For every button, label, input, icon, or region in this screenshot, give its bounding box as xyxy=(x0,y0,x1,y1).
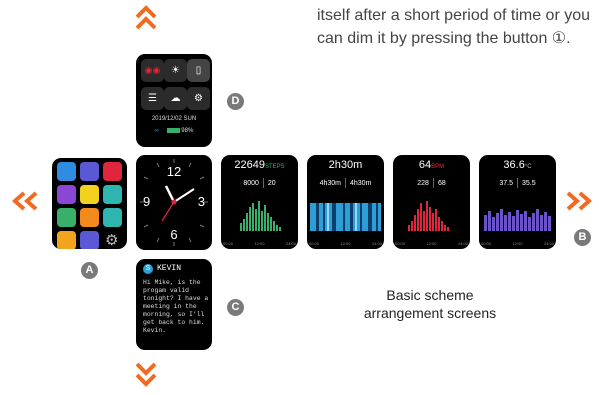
flashlight-icon[interactable]: ☰ xyxy=(141,87,164,110)
settings-gear-icon[interactable]: ⚙ xyxy=(187,87,210,110)
swipe-up-arrow-icon xyxy=(135,5,157,30)
sender-name: KEVIN xyxy=(157,264,182,273)
moon-app-icon[interactable] xyxy=(80,162,99,181)
weather-icon[interactable]: ☁ xyxy=(164,87,187,110)
clock-number-3: 3 xyxy=(197,194,205,209)
clock-number-6: 6 xyxy=(170,227,178,242)
instructions-text: itself after a short period of time or y… xyxy=(317,7,591,47)
steps-screen[interactable]: 22649STEPS 8000 20 00:00 12:00 24:00 xyxy=(221,155,298,249)
sleep-value: 2h30m xyxy=(328,159,363,171)
phone-icon[interactable]: ▯ xyxy=(187,59,210,82)
marker-d: D xyxy=(227,93,244,110)
message-app-icon[interactable] xyxy=(103,208,122,227)
heart-unit: BPM xyxy=(431,164,445,170)
app-list-screen[interactable]: ⚙ xyxy=(52,158,127,249)
axis-start: 00:00 xyxy=(223,241,234,246)
axis-end: 24:00 xyxy=(285,241,296,246)
steps-goal: 8000 xyxy=(243,179,259,187)
marker-a: A xyxy=(81,262,98,279)
marker-b: B xyxy=(574,229,591,246)
hour-hand xyxy=(164,185,176,203)
drop-app-icon[interactable] xyxy=(57,208,76,227)
axis-start: 00:00 xyxy=(481,241,492,246)
brightness-icon[interactable]: ☀ xyxy=(164,59,187,82)
weather-app-icon[interactable] xyxy=(80,208,99,227)
control-panel-screen[interactable]: ◉◉ ☀ ▯ ☰ ☁ ⚙ 2019/12/02 SUN ∞ 98% xyxy=(136,54,212,147)
battery-icon xyxy=(166,128,180,133)
sleep-light: 4h30m xyxy=(350,179,372,187)
axis-mid: 12:00 xyxy=(254,241,265,246)
axis-mid: 12:00 xyxy=(512,241,523,246)
timer-app-icon[interactable] xyxy=(57,231,76,249)
music-app-icon[interactable] xyxy=(80,231,99,249)
swipe-right-arrow-icon xyxy=(566,191,593,211)
axis-start: 00:00 xyxy=(309,241,320,246)
axis-start: 00:00 xyxy=(395,241,406,246)
glasses-icon[interactable]: ◉◉ xyxy=(141,59,164,82)
steps-distance: 20 xyxy=(267,179,276,187)
temp-max: 37.5 xyxy=(499,179,513,187)
steps-histogram xyxy=(240,201,281,231)
axis-end: 24:00 xyxy=(457,241,468,246)
steps-value: 22649 xyxy=(234,159,265,171)
pill-app-icon[interactable] xyxy=(57,185,76,204)
sleep-deep: 4h30m xyxy=(319,179,341,187)
temp-unit: °C xyxy=(524,164,532,170)
steps-unit: STEPS xyxy=(264,164,285,170)
link-icon: ∞ xyxy=(154,128,159,135)
temperature-screen[interactable]: 36.6°C 37.5 35.5 00:00 12:00 24:00 xyxy=(479,155,556,249)
swipe-down-arrow-icon xyxy=(135,362,157,387)
date-label: 2019/12/02 SUN xyxy=(151,116,197,122)
temp-value: 36.6 xyxy=(503,159,525,171)
heart-value: 64 xyxy=(418,159,432,171)
sleep-screen[interactable]: 2h30m 4h30m 4h30m 00:00 12:00 24:00 xyxy=(307,155,384,249)
second-hand xyxy=(161,201,175,222)
axis-end: 24:00 xyxy=(543,241,554,246)
message-screen[interactable]: S KEVIN Hi Mike, is the progam valid ton… xyxy=(136,259,212,350)
clock-number-12: 12 xyxy=(166,164,182,179)
heart-rate-histogram xyxy=(408,201,449,231)
settings-app-icon[interactable]: ⚙ xyxy=(105,231,118,249)
swipe-left-arrow-icon xyxy=(11,191,38,211)
thermometer-app-icon[interactable] xyxy=(103,185,122,204)
temperature-histogram xyxy=(484,209,551,231)
walker-app-icon[interactable] xyxy=(80,185,99,204)
caption: Basic scheme arrangement screens xyxy=(363,287,497,321)
clock-number-9: 9 xyxy=(143,194,151,209)
axis-mid: 12:00 xyxy=(340,241,351,246)
sneaker-app-icon[interactable] xyxy=(57,162,76,181)
message-body: Hi Mike, is the progam valid tonight? I … xyxy=(143,279,212,334)
battery-percent: 98% xyxy=(181,128,194,135)
contact-avatar-icon: S xyxy=(143,264,153,274)
minute-hand xyxy=(173,188,195,203)
heart-max: 228 xyxy=(417,179,429,187)
analog-clock-screen[interactable]: 12 3 6 9 xyxy=(136,155,212,250)
heart-rate-screen[interactable]: 64BPM 228 68 00:00 12:00 24:00 xyxy=(393,155,470,249)
axis-mid: 12:00 xyxy=(426,241,437,246)
sleep-chart xyxy=(310,203,381,231)
axis-end: 24:00 xyxy=(371,241,382,246)
marker-c: C xyxy=(227,299,244,316)
battery-status: ∞ 98% xyxy=(136,128,212,134)
heart-app-icon[interactable] xyxy=(103,162,122,181)
temp-min: 35.5 xyxy=(522,179,536,187)
heart-min: 68 xyxy=(437,179,446,187)
